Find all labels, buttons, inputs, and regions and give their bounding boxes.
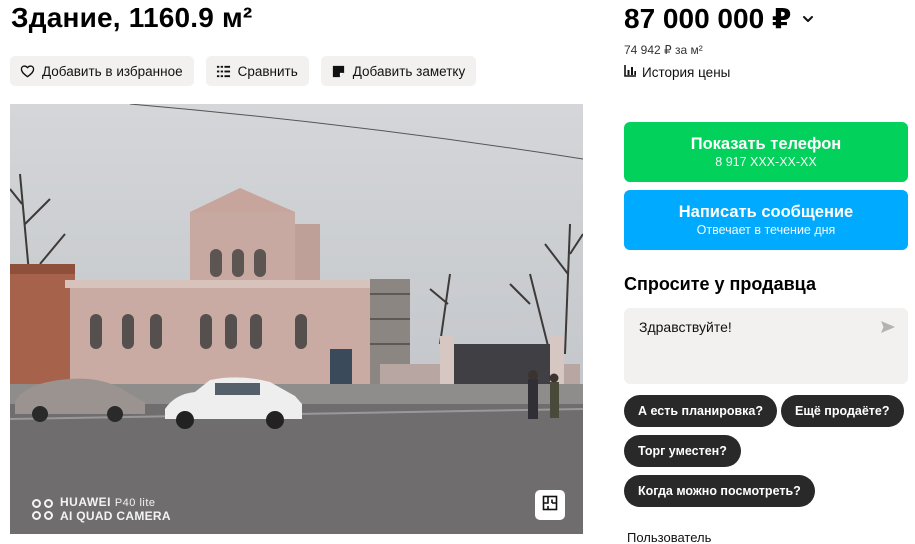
add-to-favorites-label: Добавить в избранное [42, 63, 183, 79]
add-note-button[interactable]: Добавить заметку [320, 56, 477, 86]
response-time: Отвечает в течение дня [696, 223, 836, 237]
send-icon[interactable] [880, 320, 896, 339]
compare-button[interactable]: Сравнить [205, 56, 309, 86]
compare-label: Сравнить [237, 63, 298, 79]
chart-icon [624, 64, 637, 80]
floor-plan-button[interactable] [535, 490, 565, 520]
phone-masked: 8 917 XXX-XX-XX [715, 155, 817, 169]
ask-seller-input-value: Здравствуйте! [639, 319, 732, 335]
listing-actions: Добавить в избранное Сравнить Добавить з… [10, 56, 477, 86]
price-history-link[interactable]: История цены [624, 64, 730, 80]
listing-photo[interactable]: HUAWEI P40 lite AI QUAD CAMERA [10, 104, 583, 534]
add-note-label: Добавить заметку [352, 63, 466, 79]
write-message-button[interactable]: Написать сообщение Отвечает в течение дн… [624, 190, 908, 250]
price-per-meter: 74 942 ₽ за м² [624, 43, 703, 57]
show-phone-button[interactable]: Показать телефон 8 917 XXX-XX-XX [624, 122, 908, 182]
listing-title: Здание, 1160.9 м² [11, 2, 253, 33]
watermark-model: P40 lite [114, 497, 156, 509]
quick-question-chip[interactable]: Ещё продаёте? [781, 395, 904, 427]
ask-seller-input[interactable]: Здравствуйте! [624, 308, 908, 384]
compare-icon [216, 64, 231, 79]
note-icon [331, 64, 346, 79]
floor-plan-icon [542, 495, 558, 516]
building-photo-image [10, 104, 583, 534]
quick-question-chip[interactable]: Когда можно посмотреть? [624, 475, 815, 507]
camera-watermark-icon [32, 499, 53, 520]
seller-type: Пользователь [627, 530, 712, 544]
write-message-label: Написать сообщение [678, 203, 854, 221]
add-to-favorites-button[interactable]: Добавить в избранное [10, 56, 194, 86]
price: 87 000 000 ₽ [624, 3, 792, 34]
heart-icon [20, 64, 35, 79]
watermark-brand: HUAWEI [60, 495, 111, 509]
camera-watermark: HUAWEI P40 lite AI QUAD CAMERA [32, 496, 171, 523]
chevron-down-icon[interactable] [801, 12, 815, 26]
watermark-camera: AI QUAD CAMERA [60, 509, 171, 523]
quick-question-chip[interactable]: Торг уместен? [624, 435, 741, 467]
price-history-label: История цены [642, 64, 731, 80]
price-block: 87 000 000 ₽ [624, 2, 815, 35]
show-phone-label: Показать телефон [690, 135, 842, 153]
ask-seller-title: Спросите у продавца [624, 274, 816, 294]
quick-question-chip[interactable]: А есть планировка? [624, 395, 777, 427]
